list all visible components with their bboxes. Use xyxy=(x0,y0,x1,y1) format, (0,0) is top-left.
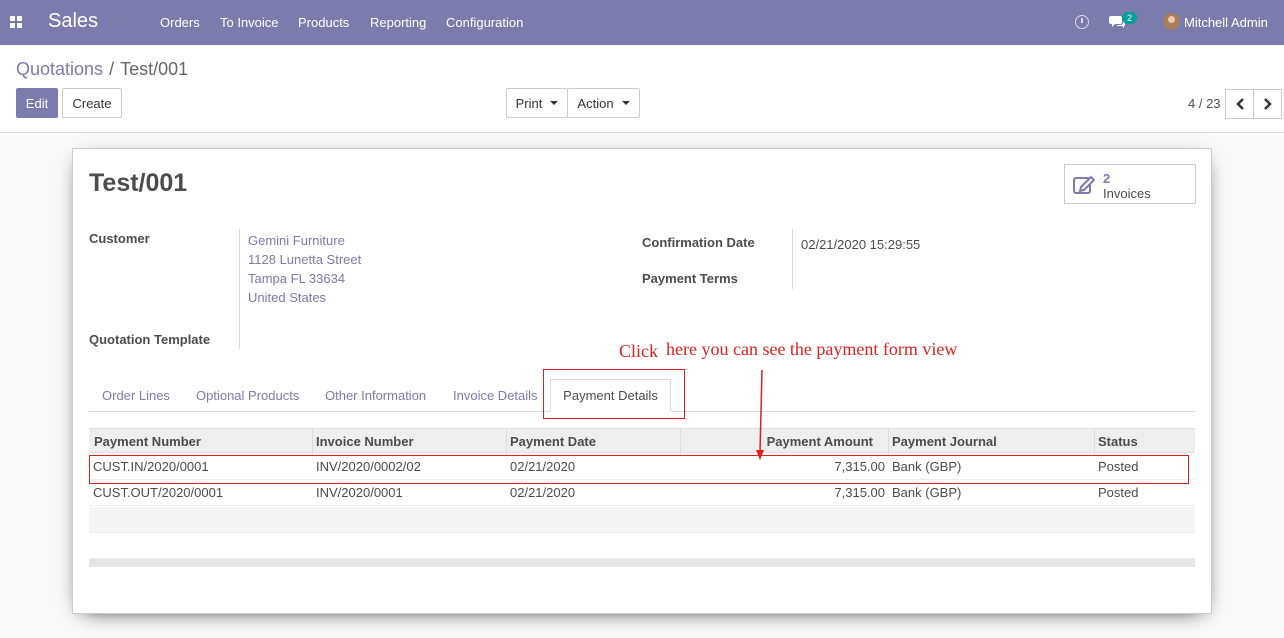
tab-invoice-details[interactable]: Invoice Details xyxy=(453,388,538,403)
user-avatar[interactable] xyxy=(1163,13,1180,30)
invoices-smart-button[interactable]: 2 Invoices xyxy=(1064,164,1196,204)
chevron-down-icon xyxy=(621,101,630,105)
print-label: Print xyxy=(515,95,543,111)
confirmation-date-label: Confirmation Date xyxy=(642,235,755,250)
breadcrumb-current: Test/001 xyxy=(120,59,189,79)
pager-next-button[interactable] xyxy=(1253,89,1282,119)
menu-orders[interactable]: Orders xyxy=(160,15,200,30)
form-sheet: Test/001 2 Invoices Customer Gemini Furn… xyxy=(72,148,1212,614)
confirmation-date-value: 02/21/2020 15:29:55 xyxy=(801,237,921,252)
column-divider xyxy=(680,429,681,454)
customer-name[interactable]: Gemini Furniture xyxy=(248,231,361,250)
message-count-badge: 2 xyxy=(1122,12,1138,24)
invoice-number: INV/2020/0001 xyxy=(316,485,403,500)
breadcrumb-separator: / xyxy=(109,59,115,79)
menu-to-invoice[interactable]: To Invoice xyxy=(220,15,279,30)
column-status[interactable]: Status xyxy=(1098,434,1138,449)
row-highlight-box xyxy=(89,455,1189,484)
table-footer xyxy=(89,559,1195,567)
app-brand[interactable]: Sales xyxy=(48,10,98,33)
chevron-right-icon xyxy=(1263,98,1272,110)
activity-clock-icon[interactable] xyxy=(1075,15,1089,29)
menu-products[interactable]: Products xyxy=(298,15,349,30)
payment-terms-label: Payment Terms xyxy=(642,271,738,286)
column-payment-journal[interactable]: Payment Journal xyxy=(892,434,997,449)
column-divider xyxy=(312,429,313,454)
tab-other-information[interactable]: Other Information xyxy=(325,388,426,403)
customer-city: Tampa FL 33634 xyxy=(248,271,346,286)
breadcrumb: Quotations / Test/001 xyxy=(16,59,188,80)
column-invoice-number[interactable]: Invoice Number xyxy=(316,434,414,449)
customer-street: 1128 Lunetta Street xyxy=(248,252,362,267)
apps-menu-icon[interactable] xyxy=(10,16,22,28)
payment-number: CUST.OUT/2020/0001 xyxy=(93,485,224,500)
field-divider xyxy=(792,229,793,289)
invoices-count: 2 xyxy=(1103,171,1111,186)
customer-address[interactable]: Gemini Furniture 1128 Lunetta Street Tam… xyxy=(248,231,361,307)
action-dropdown[interactable]: Action xyxy=(567,88,640,118)
empty-row xyxy=(89,507,1195,533)
column-divider xyxy=(1094,429,1095,454)
column-divider xyxy=(888,429,889,454)
tab-order-lines[interactable]: Order Lines xyxy=(102,388,170,403)
field-divider xyxy=(239,229,240,349)
column-payment-amount[interactable]: Payment Amount xyxy=(767,434,873,449)
pager-value[interactable]: 4 / 23 xyxy=(1188,96,1221,111)
user-menu[interactable]: Mitchell Admin xyxy=(1184,15,1268,30)
empty-row xyxy=(89,533,1195,559)
invoices-label: Invoices xyxy=(1103,186,1151,201)
control-panel: Quotations / Test/001 Edit Create Print Ac… xyxy=(0,45,1284,133)
breadcrumb-quotations[interactable]: Quotations xyxy=(16,59,103,79)
payment-journal: Bank (GBP) xyxy=(892,485,962,500)
column-payment-date[interactable]: Payment Date xyxy=(510,434,596,449)
column-divider xyxy=(506,429,507,454)
table-header: Payment Number Invoice Number Payment Da… xyxy=(89,428,1195,454)
customer-country: United States xyxy=(248,290,327,305)
annotation-click: Click xyxy=(619,341,658,361)
tab-optional-products[interactable]: Optional Products xyxy=(196,388,299,403)
chevron-down-icon xyxy=(550,101,559,105)
edit-button[interactable]: Edit xyxy=(16,88,58,118)
tab-highlight-box xyxy=(543,369,685,419)
menu-reporting[interactable]: Reporting xyxy=(370,15,426,30)
record-title: Test/001 xyxy=(89,169,188,197)
customer-label: Customer xyxy=(89,231,150,246)
edit-document-icon xyxy=(1073,175,1095,194)
payment-amount: 7,315.00 xyxy=(834,485,885,500)
quotation-template-label: Quotation Template xyxy=(89,332,211,347)
chevron-left-icon xyxy=(1235,98,1244,110)
create-button[interactable]: Create xyxy=(62,88,122,118)
print-dropdown[interactable]: Print xyxy=(506,88,568,118)
pager-previous-button[interactable] xyxy=(1225,89,1254,119)
annotation-text: here you can see the payment form view xyxy=(666,339,958,359)
top-navbar: Sales Orders To Invoice Products Reporti… xyxy=(0,0,1284,45)
payment-status: Posted xyxy=(1098,485,1139,500)
menu-configuration[interactable]: Configuration xyxy=(446,15,523,30)
payment-date: 02/21/2020 xyxy=(510,485,576,500)
action-label: Action xyxy=(577,95,614,111)
column-payment-number[interactable]: Payment Number xyxy=(94,434,201,449)
